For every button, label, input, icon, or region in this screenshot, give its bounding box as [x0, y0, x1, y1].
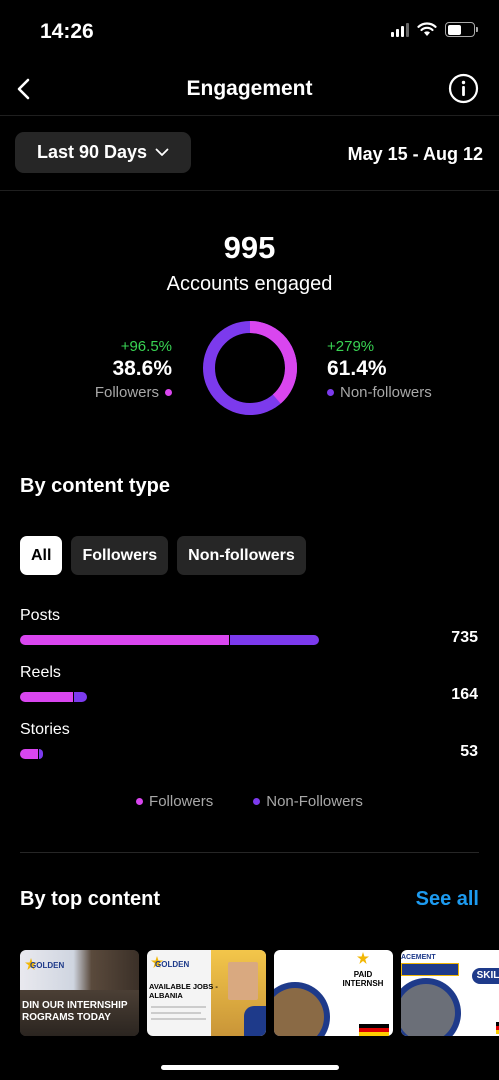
signal-icon	[391, 22, 409, 37]
status-icons	[391, 22, 478, 37]
see-all-link[interactable]: See all	[416, 888, 479, 911]
date-range-dropdown-label: Last 90 Days	[36, 142, 148, 162]
top-content-thumbnail[interactable]: GOLDEN DIN OUR INTERNSHIP ROGRAMS TODAY	[20, 950, 139, 1036]
top-content-thumbnail[interactable]: GOLDEN AVAILABLE JOBS - ALBANIA	[147, 950, 266, 1036]
followers-percent: 38.6%	[112, 357, 172, 380]
status-time: 14:26	[40, 20, 94, 43]
content-row-bar	[20, 692, 88, 702]
thumbnail-caption: PAID INTERNSH	[342, 970, 384, 988]
content-row-label: Reels	[20, 664, 61, 681]
bar-followers	[20, 635, 229, 645]
non-followers-change: +279%	[327, 338, 375, 355]
page-title: Engagement	[186, 77, 313, 100]
content-row-value: 164	[451, 686, 478, 703]
tab-non-followers[interactable]: Non-followers	[177, 536, 306, 575]
engagement-donut	[203, 321, 297, 415]
home-indicator	[161, 1065, 339, 1070]
bar-non-followers	[74, 692, 88, 702]
wifi-icon	[417, 22, 437, 36]
tab-all[interactable]: All	[20, 536, 63, 575]
content-row-label: Stories	[20, 721, 70, 738]
info-icon[interactable]	[448, 73, 479, 104]
non-followers-legend: Non-followers	[327, 384, 432, 401]
non-followers-dot	[327, 389, 334, 396]
legend-followers: Followers	[136, 793, 213, 810]
thumbnail-logo	[280, 956, 306, 970]
non-followers-legend-label: Non-followers	[340, 384, 432, 401]
filter-row: Last 90 Days May 15 - Aug 12	[15, 132, 485, 174]
non-followers-stat: +279% 61.4% Non-followers	[327, 338, 432, 401]
followers-stat: +96.5% 38.6% Followers	[95, 338, 172, 401]
content-type-legend: Followers Non-Followers	[0, 793, 499, 810]
nav-bar: Engagement	[0, 62, 499, 116]
content-row-reels[interactable]: Reels 164	[20, 664, 478, 708]
bar-followers	[20, 692, 74, 702]
content-row-stories[interactable]: Stories 53	[20, 721, 478, 765]
content-type-title: By content type	[20, 475, 171, 497]
content-type-tabs: All Followers Non-followers	[20, 536, 306, 575]
tab-followers[interactable]: Followers	[71, 536, 169, 575]
content-row-posts[interactable]: Posts 735	[20, 607, 478, 651]
followers-legend: Followers	[95, 384, 172, 401]
brand-star-icon	[357, 952, 369, 964]
date-range-text: May 15 - Aug 12	[347, 144, 483, 164]
top-content-title: By top content	[20, 888, 160, 910]
top-content-thumbnails: GOLDEN DIN OUR INTERNSHIP ROGRAMS TODAY …	[20, 950, 499, 1036]
date-range-dropdown[interactable]: Last 90 Days	[15, 132, 191, 173]
content-row-bar	[20, 749, 44, 759]
battery-icon	[445, 22, 478, 37]
thumbnail-brand: GOLDEN	[30, 961, 65, 970]
chevron-down-icon	[155, 148, 169, 156]
top-content-thumbnail[interactable]: ACEMENT SKILLED	[401, 950, 499, 1036]
divider	[0, 190, 499, 191]
bar-non-followers	[39, 749, 44, 759]
followers-legend-label: Followers	[94, 384, 159, 401]
content-row-label: Posts	[20, 607, 61, 624]
legend-followers-label: Followers	[149, 793, 214, 810]
bar-non-followers	[229, 635, 319, 645]
bar-followers	[20, 749, 39, 759]
content-row-value: 735	[451, 629, 478, 646]
thumbnail-brand: ACEMENT	[401, 954, 436, 961]
followers-change: +96.5%	[120, 338, 172, 355]
legend-non-followers-label: Non-Followers	[266, 793, 363, 810]
legend-non-followers-dot	[253, 798, 261, 805]
thumbnail-caption: SKILLED	[476, 970, 499, 981]
top-content-thumbnail[interactable]: PAID INTERNSH	[274, 950, 393, 1036]
accounts-engaged-label: Accounts engaged	[166, 273, 333, 295]
thumbnail-caption: AVAILABLE JOBS - ALBANIA	[149, 982, 218, 1000]
accounts-engaged-count: 995	[223, 230, 276, 265]
divider	[20, 852, 479, 853]
legend-non-followers: Non-Followers	[253, 793, 363, 810]
content-row-value: 53	[460, 743, 478, 760]
thumbnail-caption: DIN OUR INTERNSHIP ROGRAMS TODAY	[22, 1000, 128, 1023]
status-bar: 14:26	[0, 0, 499, 60]
followers-dot	[165, 389, 172, 396]
thumbnail-brand: GOLDEN	[155, 960, 190, 969]
non-followers-percent: 61.4%	[327, 357, 387, 380]
content-row-bar	[20, 635, 319, 645]
legend-followers-dot	[136, 798, 144, 805]
